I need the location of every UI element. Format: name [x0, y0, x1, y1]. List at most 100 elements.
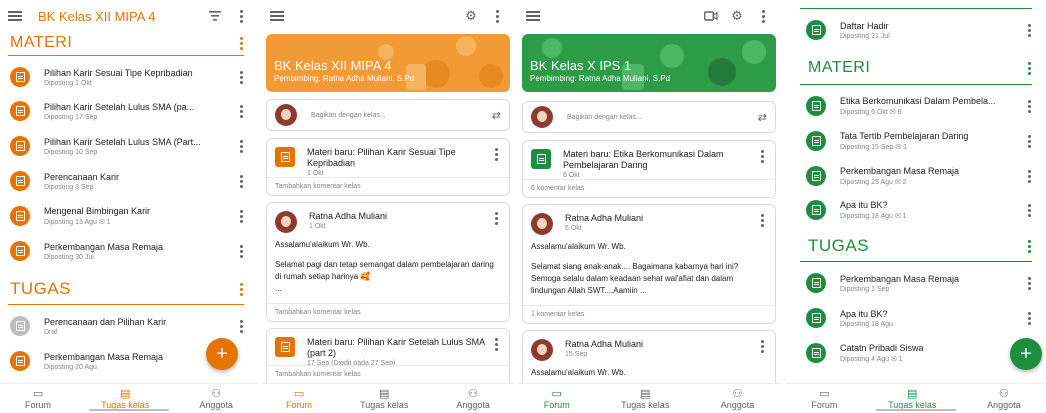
- more-options-icon[interactable]: [232, 7, 250, 25]
- nav-forum[interactable]: ▭ Forum: [286, 388, 312, 410]
- list-item[interactable]: Apa itu BK? Diposting 18 Agu: [786, 300, 1046, 336]
- nav-tugas-kelas[interactable]: ▤ Tugas kelas: [621, 388, 669, 410]
- list-item[interactable]: Perkembangan Masa Remaja Diposting 25 Agu…: [786, 158, 1046, 194]
- list-item[interactable]: Perencanaan Karir Diposting 3 Sep: [0, 163, 258, 199]
- share-input[interactable]: Bagikan dengan kelas...: [567, 114, 758, 121]
- share-box[interactable]: Bagikan dengan kelas... ⇄: [522, 101, 776, 133]
- item-more-icon[interactable]: [236, 139, 246, 153]
- list-item[interactable]: Pilihan Karir Sesuai Tipe Kepribadian Dip…: [0, 59, 258, 95]
- item-more-icon[interactable]: [236, 244, 246, 258]
- comments-link[interactable]: 1 komentar kelas: [523, 305, 775, 323]
- item-more-icon[interactable]: [236, 174, 246, 188]
- class-banner[interactable]: BK Kelas X IPS 1 Pembimbing: Ratna Adha …: [522, 34, 776, 92]
- settings-icon[interactable]: ⚙: [728, 7, 746, 25]
- create-fab[interactable]: +: [1010, 338, 1042, 370]
- swap-icon[interactable]: ⇄: [758, 111, 767, 124]
- list-item[interactable]: Perkembangan Masa Remaja Diposting 1 Sep: [786, 265, 1046, 301]
- material-icon: [531, 149, 551, 169]
- material-post-card[interactable]: Materi baru: Pilihan Karir Sesuai Tipe K…: [266, 138, 510, 196]
- item-title: Pilihan Karir Sesuai Tipe Kepribadian: [44, 67, 193, 78]
- banner-subtitle: Pembimbing: Ratna Adha Muliani, S.Pd: [530, 74, 671, 83]
- nav-tugas-kelas[interactable]: ▤ Tugas kelas: [101, 388, 149, 410]
- item-more-icon[interactable]: [1024, 311, 1034, 325]
- nav-forum[interactable]: ▭ Forum: [811, 388, 837, 410]
- post-more-icon[interactable]: [491, 211, 501, 225]
- post-more-icon[interactable]: [491, 147, 501, 161]
- menu-icon[interactable]: [526, 10, 542, 22]
- section-more-icon[interactable]: [236, 282, 246, 296]
- item-date: Diposting 15 Sep ✉ 1: [840, 144, 907, 151]
- nav-forum[interactable]: ▭ Forum: [25, 388, 51, 410]
- post-more-icon[interactable]: [757, 339, 767, 353]
- nav-tugas-kelas[interactable]: ▤ Tugas kelas: [360, 388, 408, 410]
- item-more-icon[interactable]: [236, 319, 246, 333]
- share-box[interactable]: Bagikan dengan kelas... ⇄: [266, 99, 510, 131]
- section-title: TUGAS: [808, 236, 870, 255]
- nav-forum[interactable]: ▭ Forum: [544, 388, 570, 410]
- post-more-icon[interactable]: [491, 337, 501, 351]
- nav-tugas-kelas[interactable]: ▤ Tugas kelas: [888, 388, 936, 410]
- item-more-icon[interactable]: [236, 209, 246, 223]
- post-more-icon[interactable]: [757, 213, 767, 227]
- item-title: Perkembangan Masa Remaja: [840, 166, 960, 176]
- video-icon[interactable]: [702, 7, 720, 25]
- add-comment[interactable]: Tambahkan komentar kelas: [267, 177, 509, 195]
- item-more-icon[interactable]: [236, 70, 246, 84]
- list-item[interactable]: Tata Tertib Pembelajaran Daring Diposting…: [786, 123, 1046, 159]
- section-more-icon[interactable]: [236, 36, 246, 50]
- material-post-card[interactable]: Materi baru: Pilihan Karir Setelah Lulus…: [266, 328, 510, 390]
- create-fab[interactable]: +: [206, 338, 238, 370]
- announcement-card[interactable]: Ratna Adha Muliani 1 Okt Assalamu'alaikum…: [266, 202, 510, 322]
- swap-icon[interactable]: ⇄: [492, 109, 501, 122]
- item-more-icon[interactable]: [1024, 276, 1034, 290]
- section-more-icon[interactable]: [1024, 61, 1034, 75]
- material-icon: [806, 131, 826, 151]
- assignment-icon: [806, 343, 826, 363]
- menu-icon[interactable]: [270, 10, 286, 22]
- list-item[interactable]: Pilihan Karir Setelah Lulus SMA (pa... Di…: [0, 93, 258, 129]
- item-title: Tata Tertib Pembelajaran Daring: [840, 131, 969, 141]
- add-comment[interactable]: Tambahkan komentar kelas: [267, 303, 509, 321]
- assignment-icon: [10, 351, 30, 371]
- more-options-icon[interactable]: [754, 7, 772, 25]
- home-indicator: [876, 409, 956, 411]
- menu-icon[interactable]: [8, 10, 24, 22]
- tugas-section-header: TUGAS: [0, 279, 258, 299]
- settings-icon[interactable]: ⚙: [462, 7, 480, 25]
- item-more-icon[interactable]: [1024, 134, 1034, 148]
- class-banner[interactable]: BK Kelas XII MIPA 4 Pembimbing: Ratna Ad…: [266, 34, 510, 92]
- item-more-icon[interactable]: [236, 104, 246, 118]
- assignment-icon: [806, 273, 826, 293]
- item-more-icon[interactable]: [1024, 99, 1034, 113]
- list-item[interactable]: Pilihan Karir Setelah Lulus SMA (Part...…: [0, 128, 258, 164]
- list-item[interactable]: Daftar Hadir Diposting 21 Jul: [786, 12, 1046, 48]
- more-options-icon[interactable]: [488, 7, 506, 25]
- people-icon: ⚇: [998, 387, 1009, 400]
- announcement-card[interactable]: Ratna Adha Muliani 15 Sep Assalamu'alaiku…: [522, 330, 776, 390]
- section-more-icon[interactable]: [1024, 239, 1034, 253]
- announcement-card[interactable]: Ratna Adha Muliani 6 Okt Assalamu'alaikum…: [522, 204, 776, 324]
- item-more-icon[interactable]: [1024, 169, 1034, 183]
- share-input[interactable]: Bagikan dengan kelas...: [311, 112, 492, 119]
- item-more-icon[interactable]: [1024, 203, 1034, 217]
- post-body: Assalamu'alaikum Wr. Wb.: [531, 368, 626, 377]
- list-item[interactable]: Perkembangan Masa Remaja Diposting 30 Jul: [0, 233, 258, 269]
- nav-anggota[interactable]: ⚇ Anggota: [721, 388, 755, 410]
- nav-anggota[interactable]: ⚇ Anggota: [199, 388, 233, 410]
- material-post-card[interactable]: Materi baru: Etika Berkomunikasi Dalam P…: [522, 140, 776, 198]
- list-item[interactable]: Catatn Pribadi Siswa Diposting 4 Agu ✉ 1: [786, 335, 1046, 371]
- comments-link[interactable]: 6 komentar kelas: [523, 179, 775, 197]
- post-title: Materi baru: Etika Berkomunikasi Dalam P…: [563, 149, 724, 170]
- nav-anggota[interactable]: ⚇ Anggota: [987, 388, 1021, 410]
- item-date: Diposting 18 Agu ✉ 1: [840, 213, 907, 220]
- list-item[interactable]: Mengenal Bimbingan Karir Diposting 13 Agu…: [0, 198, 258, 234]
- filter-icon[interactable]: [206, 7, 224, 25]
- list-item[interactable]: Apa itu BK? Diposting 18 Agu ✉ 1: [786, 192, 1046, 228]
- add-comment[interactable]: Tambahkan komentar kelas: [267, 365, 509, 383]
- post-more-icon[interactable]: [757, 149, 767, 163]
- item-more-icon[interactable]: [1024, 23, 1034, 37]
- avatar: [275, 211, 297, 233]
- item-title: Perencanaan dan Pilihan Karir: [44, 316, 167, 327]
- list-item[interactable]: Etika Berkomunikasi Dalam Pembela... Dipo…: [786, 88, 1046, 124]
- nav-anggota[interactable]: ⚇ Anggota: [456, 388, 490, 410]
